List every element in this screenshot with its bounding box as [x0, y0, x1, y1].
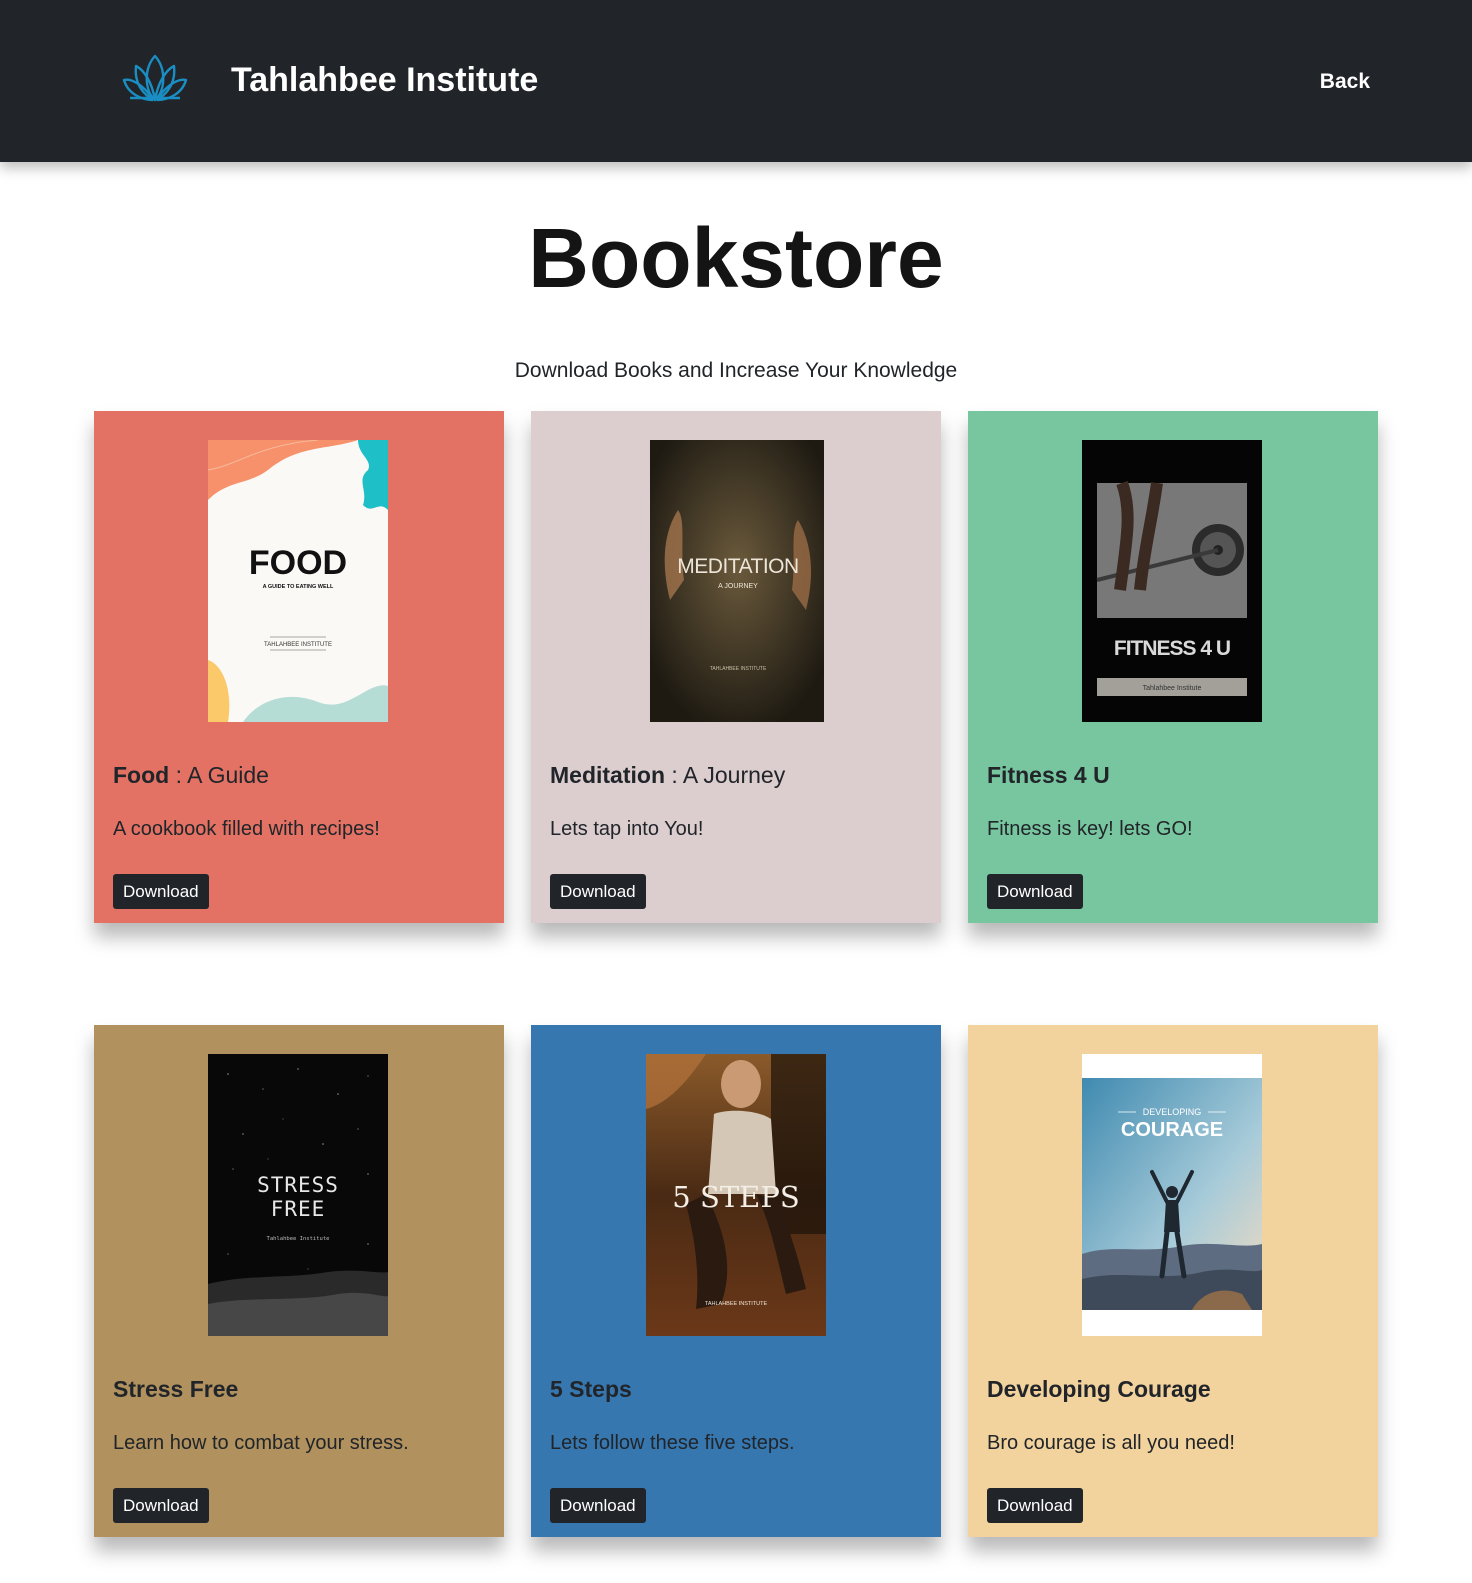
cover-title: COURAGE: [1121, 1119, 1223, 1141]
cover-title: MEDITATION: [677, 555, 798, 578]
book-cover-food: FOOD A GUIDE TO EATING WELL TAHLAHBEE IN…: [208, 440, 388, 722]
book-title-bold: Food: [113, 762, 170, 788]
download-button-5-steps[interactable]: Download: [550, 1488, 646, 1523]
book-title: 5 Steps: [550, 1375, 632, 1403]
download-button-food[interactable]: Download: [113, 874, 209, 909]
book-title: Developing Courage: [987, 1375, 1211, 1403]
book-title-rest: : A Guide: [169, 762, 269, 788]
cover-publisher: TAHLAHBEE INSTITUTE: [264, 642, 332, 648]
book-title-bold: Meditation: [550, 762, 665, 788]
cover-subtitle: A GUIDE TO EATING WELL: [263, 584, 334, 590]
page-title: Bookstore: [528, 211, 944, 305]
cover-publisher: TAHLAHBEE INSTITUTE: [705, 1301, 768, 1307]
book-cover-stress-free: STRESS FREE Tahlahbee Institute: [208, 1054, 388, 1336]
cover-publisher: Tahlahbee Institute: [1143, 685, 1202, 692]
book-card-fitness: FITNESS 4 U Tahlahbee Institute Fitness …: [968, 411, 1378, 923]
book-card-meditation: MEDITATION A JOURNEY TAHLAHBEE INSTITUTE…: [531, 411, 941, 923]
cover-title: 5 STEPS: [672, 1180, 799, 1214]
cover-publisher: Tahlahbee Institute: [267, 1236, 330, 1242]
book-description: Fitness is key! lets GO!: [987, 818, 1193, 840]
book-title-bold: Developing Courage: [987, 1376, 1211, 1402]
cover-title: STRESS: [257, 1173, 339, 1197]
book-title: Meditation : A Journey: [550, 761, 785, 789]
book-title-bold: Stress Free: [113, 1376, 239, 1402]
cover-subtitle: DEVELOPING: [1143, 1107, 1202, 1117]
cover-publisher: TAHLAHBEE INSTITUTE: [710, 666, 767, 672]
page-subtitle: Download Books and Increase Your Knowled…: [514, 359, 958, 382]
book-description: Learn how to combat your stress.: [113, 1432, 409, 1454]
book-cover-meditation: MEDITATION A JOURNEY TAHLAHBEE INSTITUTE: [648, 440, 824, 722]
book-title: Fitness 4 U: [987, 761, 1110, 789]
download-button-meditation[interactable]: Download: [550, 874, 646, 909]
book-cover-developing-courage: DEVELOPING COURAGE: [1082, 1054, 1262, 1336]
lotus-icon[interactable]: [122, 52, 188, 104]
navbar: Tahlahbee Institute Back: [0, 0, 1472, 162]
book-title-bold: 5 Steps: [550, 1376, 632, 1402]
book-title: Stress Free: [113, 1375, 238, 1403]
brand-name[interactable]: Tahlahbee Institute: [231, 58, 538, 102]
book-card-stress-free: STRESS FREE Tahlahbee Institute Stress F…: [94, 1025, 504, 1537]
download-button-stress-free[interactable]: Download: [113, 1488, 209, 1523]
book-cover-5-steps: 5 STEPS TAHLAHBEE INSTITUTE: [646, 1054, 826, 1336]
cover-title: FITNESS 4 U: [1114, 637, 1230, 660]
book-card-5-steps: 5 STEPS TAHLAHBEE INSTITUTE 5 Steps Lets…: [531, 1025, 941, 1537]
download-button-fitness[interactable]: Download: [987, 874, 1083, 909]
book-description: Lets tap into You!: [550, 818, 704, 840]
book-description: Lets follow these five steps.: [550, 1432, 795, 1454]
book-description: Bro courage is all you need!: [987, 1432, 1235, 1454]
book-cover-fitness: FITNESS 4 U Tahlahbee Institute: [1082, 440, 1262, 722]
book-card-developing-courage: DEVELOPING COURAGE Developing Courage Br…: [968, 1025, 1378, 1537]
cover-subtitle: A JOURNEY: [718, 583, 758, 590]
book-title-rest: : A Journey: [665, 762, 786, 788]
book-description: A cookbook filled with recipes!: [113, 818, 380, 840]
download-button-developing-courage[interactable]: Download: [987, 1488, 1083, 1523]
cover-title: FOOD: [249, 544, 347, 582]
book-card-food: FOOD A GUIDE TO EATING WELL TAHLAHBEE IN…: [94, 411, 504, 923]
cover-subtitle: FREE: [271, 1197, 326, 1221]
book-title-bold: Fitness 4 U: [987, 762, 1110, 788]
book-title: Food : A Guide: [113, 761, 269, 789]
back-link[interactable]: Back: [1320, 68, 1370, 96]
